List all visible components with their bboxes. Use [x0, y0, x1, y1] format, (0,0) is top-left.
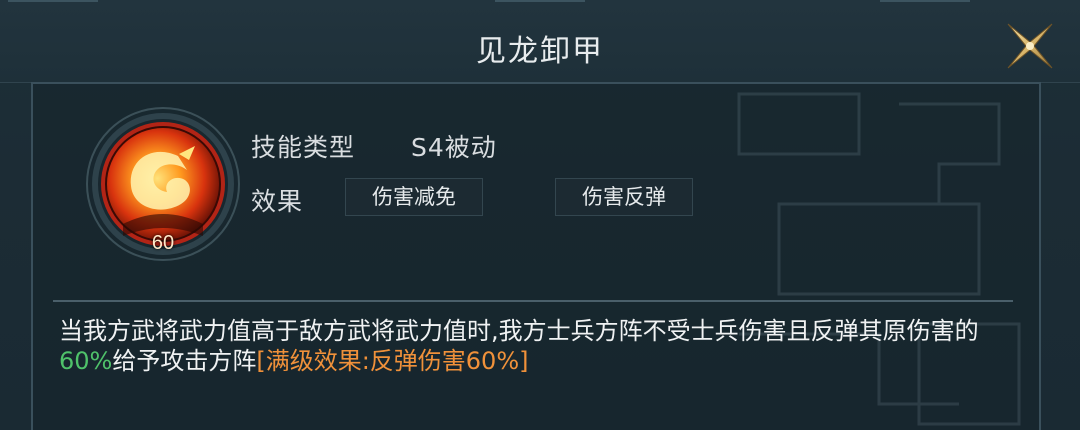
skill-description: 当我方武将武力值高于敌方武将武力值时,我方士兵方阵不受士兵伤害且反弹其原伤害的6… [59, 316, 1019, 376]
divider [53, 300, 1013, 302]
header-ornament-right [880, 0, 970, 12]
header-bar: 见龙卸甲 [0, 0, 1080, 83]
effect-tag-damage-reduction[interactable]: 伤害减免 [345, 178, 483, 216]
close-button[interactable] [1002, 18, 1058, 74]
description-percent: 60% [59, 347, 113, 375]
description-text-end: 给予攻击方阵 [112, 347, 257, 375]
max-level-effect: [满级效果:反弹伤害60%] [256, 347, 529, 375]
skill-panel: 60 技能类型 S4被动 效果 伤害减免 伤害反弹 当我方武将武力值高于敌方武将… [31, 82, 1041, 430]
skill-type-value: S4被动 [411, 133, 497, 162]
skill-level-badge: 60 [151, 232, 175, 254]
header-ornament-center [495, 0, 585, 12]
close-icon [1007, 23, 1053, 69]
header-ornament-left [8, 0, 98, 12]
skill-icon[interactable]: 60 [83, 104, 243, 264]
skill-detail-window: 见龙卸甲 60 技能类型 S4被动 效果 伤害减免 伤害反弹 当我方武将武力值高… [0, 0, 1080, 430]
background-pattern [737, 92, 1021, 426]
skill-type-label: 技能类型 [251, 133, 356, 162]
effect-label: 效果 [251, 187, 304, 216]
effect-tag-damage-reflect[interactable]: 伤害反弹 [555, 178, 693, 216]
window-title: 见龙卸甲 [476, 34, 604, 69]
description-text: 当我方武将武力值高于敌方武将武力值时,我方士兵方阵不受士兵伤害且反弹其原伤害的 [59, 317, 979, 345]
